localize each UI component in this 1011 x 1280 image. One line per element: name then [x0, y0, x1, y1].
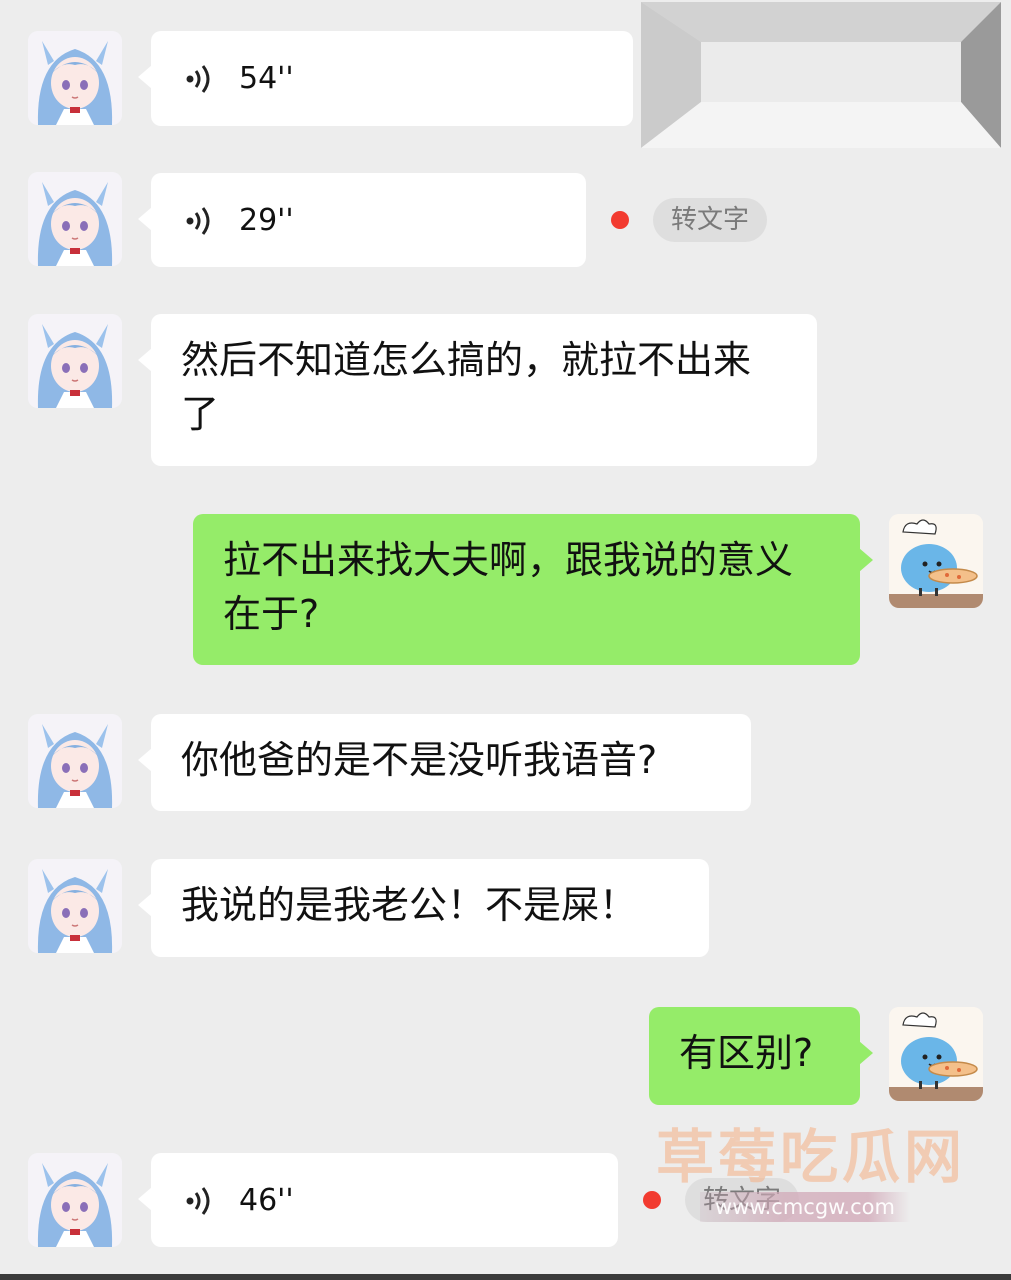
contact-avatar[interactable] — [28, 31, 122, 125]
watermark-title: 草莓吃瓜网 — [656, 1123, 967, 1191]
self-avatar[interactable] — [889, 1007, 983, 1101]
text-message-bubble[interactable]: 然后不知道怎么搞的，就拉不出来了 — [138, 314, 817, 466]
anime-girl-avatar-icon — [28, 172, 122, 266]
message-text: 拉不出来找大夫啊，跟我说的意义在于? — [223, 538, 794, 636]
outgoing-message-bubble[interactable]: 拉不出来找大夫啊，跟我说的意义在于? — [193, 514, 873, 665]
outgoing-message-bubble[interactable]: 有区别? — [649, 1007, 873, 1105]
contact-avatar[interactable] — [28, 859, 122, 953]
cartoon-chef-cat-avatar-icon — [889, 1007, 983, 1101]
voice-message-bubble[interactable]: 46'' — [138, 1153, 618, 1247]
anime-girl-avatar-icon — [28, 314, 122, 408]
message-text: 有区别? — [679, 1031, 814, 1075]
contact-avatar[interactable] — [28, 172, 122, 266]
voice-duration: 46'' — [239, 1183, 294, 1218]
convert-to-text-button[interactable]: 转文字 — [653, 198, 768, 242]
image-envelope-graphic — [641, 2, 1001, 148]
message-text: 然后不知道怎么搞的，就拉不出来了 — [181, 338, 752, 436]
contact-avatar[interactable] — [28, 1153, 122, 1247]
cartoon-chef-cat-avatar-icon — [889, 514, 983, 608]
cropped-image-thumbnail[interactable] — [641, 2, 1001, 148]
voice-wave-icon — [186, 65, 210, 93]
anime-girl-avatar-icon — [28, 1153, 122, 1247]
voice-message-bubble[interactable]: 54'' — [138, 31, 633, 126]
contact-avatar[interactable] — [28, 314, 122, 408]
watermark-url: www.cmcgw.com — [700, 1192, 910, 1222]
unread-dot — [611, 211, 629, 229]
bottom-edge-bar — [0, 1274, 1011, 1280]
voice-duration: 29'' — [239, 203, 294, 238]
anime-girl-avatar-icon — [28, 31, 122, 125]
voice-duration: 54'' — [239, 61, 294, 96]
voice-wave-icon — [186, 207, 210, 235]
voice-message-bubble[interactable]: 29'' — [138, 173, 586, 267]
message-text: 我说的是我老公！不是屎！ — [181, 883, 638, 927]
message-text: 你他爸的是不是没听我语音? — [181, 738, 658, 782]
anime-girl-avatar-icon — [28, 859, 122, 953]
voice-wave-icon — [186, 1187, 210, 1215]
text-message-bubble[interactable]: 你他爸的是不是没听我语音? — [138, 714, 751, 811]
anime-girl-avatar-icon — [28, 714, 122, 808]
text-message-bubble[interactable]: 我说的是我老公！不是屎！ — [138, 859, 709, 957]
contact-avatar[interactable] — [28, 714, 122, 808]
self-avatar[interactable] — [889, 514, 983, 608]
